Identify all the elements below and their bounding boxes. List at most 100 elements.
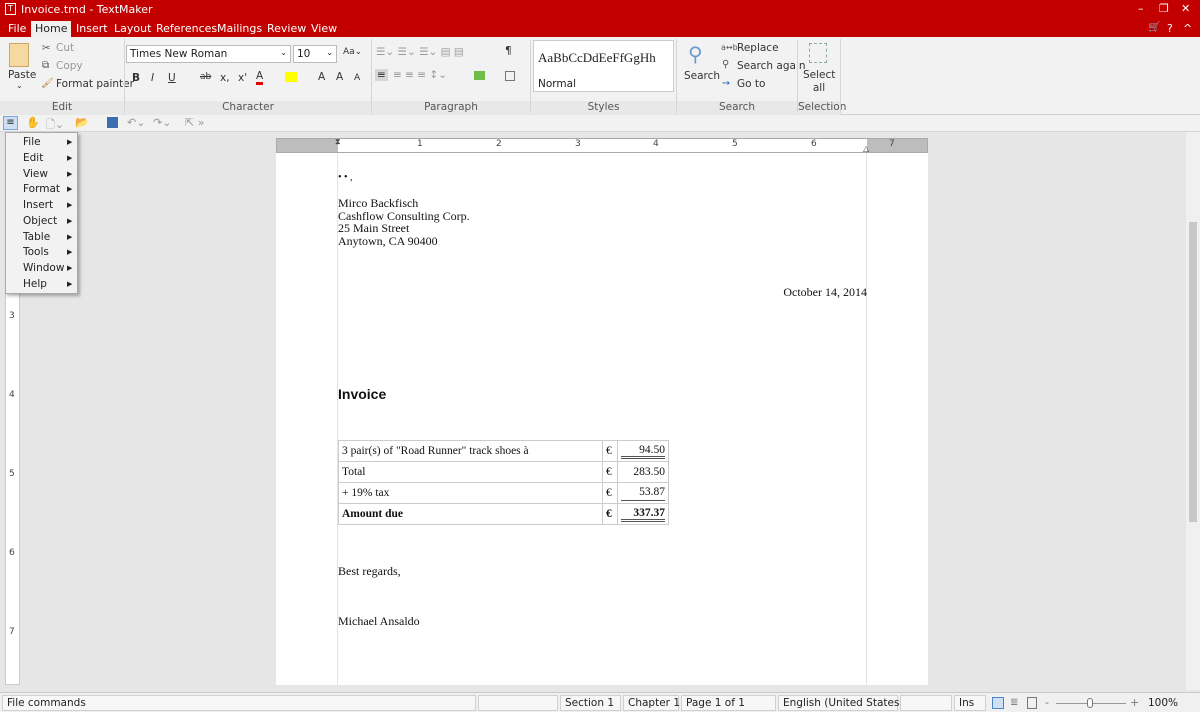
select-all-button[interactable]: Select all: [803, 69, 835, 95]
indent-marker-icon[interactable]: ⧗: [335, 137, 341, 147]
page-view-icon[interactable]: [1027, 697, 1037, 709]
tab-mailings[interactable]: Mailings: [213, 21, 266, 37]
align-buttons[interactable]: ≡ ≡ ≡ ↕⌄: [393, 69, 447, 81]
cut-button[interactable]: Cut: [56, 42, 74, 54]
underline-button[interactable]: U: [168, 72, 176, 84]
tab-references[interactable]: References: [152, 21, 221, 37]
ribbon: Paste ⌄ ✂ Cut ⧉ Copy 🖌 Format painter Ed…: [0, 37, 1200, 115]
align-left-button[interactable]: ≡: [375, 69, 388, 81]
app-icon: T: [5, 3, 16, 15]
menu-item-format[interactable]: Format ▶: [23, 183, 72, 195]
font-size-select[interactable]: 10 ⌄: [293, 45, 337, 63]
menu-item-object[interactable]: Object ▶: [23, 215, 72, 227]
item-description: + 19% tax: [338, 482, 603, 504]
address-line: Anytown, CA 90400: [338, 234, 438, 248]
save-icon[interactable]: [107, 117, 118, 128]
status-page: Page 1 of 1: [681, 695, 776, 711]
menu-item-label: Object: [23, 215, 58, 227]
superscript-button[interactable]: x': [238, 72, 247, 84]
document-page[interactable]: • • , Mirco Backfisch Cashflow Consultin…: [276, 153, 928, 685]
main-menu-button[interactable]: ≡: [3, 116, 18, 130]
replace-icon: a↔b: [721, 43, 738, 52]
menu-item-file[interactable]: File ▶: [23, 136, 72, 148]
format-painter-button[interactable]: Format painter: [56, 78, 134, 90]
open-folder-icon[interactable]: 📂: [75, 116, 89, 129]
italic-button[interactable]: I: [151, 72, 154, 84]
replace-button[interactable]: Replace: [737, 42, 779, 54]
clear-format-icon[interactable]: A: [318, 71, 325, 83]
change-case-icon[interactable]: Aa⌄: [343, 47, 362, 57]
redo-icon[interactable]: ↷⌄: [153, 116, 171, 129]
copy-button[interactable]: Copy: [56, 60, 83, 72]
strikethrough-button[interactable]: ab: [200, 72, 211, 82]
ruler-number: 3: [575, 139, 581, 149]
pilcrow-button[interactable]: ¶: [505, 45, 512, 57]
zoom-slider-thumb[interactable]: [1087, 698, 1093, 708]
normal-view-icon[interactable]: [992, 697, 1004, 709]
style-gallery[interactable]: AaBbCcDdEeFfGgHh Normal: [533, 40, 674, 92]
status-insert-mode[interactable]: Ins: [954, 695, 986, 711]
ruler-number: 6: [9, 548, 15, 558]
status-language[interactable]: English (United States): [778, 695, 904, 711]
window-title: Invoice.tmd - TextMaker: [21, 3, 153, 16]
closing: Best regards,: [338, 564, 401, 578]
subscript-button[interactable]: x,: [220, 72, 230, 84]
scroll-thumb[interactable]: [1189, 222, 1197, 522]
menu-item-view[interactable]: View ▶: [23, 168, 72, 180]
tab-view[interactable]: View: [307, 21, 341, 37]
font-color-button[interactable]: A: [256, 70, 264, 85]
menu-item-table[interactable]: Table ▶: [23, 231, 72, 243]
horizontal-ruler[interactable]: 1 2 3 4 5 6 7 ⧗ △: [276, 137, 928, 153]
tab-review[interactable]: Review: [263, 21, 310, 37]
grow-font-button[interactable]: A: [336, 71, 343, 83]
cart-icon[interactable]: 🛒: [1148, 22, 1160, 33]
paste-button[interactable]: Paste: [8, 69, 36, 81]
menu-item-tools[interactable]: Tools ▶: [23, 246, 72, 258]
tab-layout[interactable]: Layout: [110, 21, 155, 37]
highlight-icon[interactable]: [285, 72, 297, 82]
go-to-button[interactable]: Go to: [737, 78, 765, 90]
select-all-icon: [809, 43, 827, 63]
menu-item-label: Help: [23, 278, 47, 290]
menu-item-insert[interactable]: Insert ▶: [23, 199, 72, 211]
vertical-scrollbar[interactable]: [1186, 132, 1200, 690]
status-section: Section 1: [560, 695, 621, 711]
menu-item-label: Table: [23, 231, 51, 243]
chevron-down-icon[interactable]: ⌄: [16, 81, 23, 90]
pointer-icon[interactable]: ⇱ »: [185, 116, 204, 129]
help-icon[interactable]: ?: [1167, 22, 1173, 35]
shrink-font-button[interactable]: A: [354, 73, 360, 83]
undo-icon[interactable]: ↶⌄: [127, 116, 145, 129]
search-button[interactable]: Search: [684, 70, 720, 82]
submenu-arrow-icon: ▶: [67, 154, 73, 162]
collapse-ribbon-icon[interactable]: ^: [1183, 22, 1192, 35]
ruler-number: 2: [496, 139, 502, 149]
hand-icon[interactable]: ✋: [26, 116, 40, 129]
zoom-level[interactable]: 100%: [1148, 697, 1178, 709]
menu-item-label: Window: [23, 262, 65, 274]
tab-file[interactable]: File: [4, 21, 30, 37]
menu-item-edit[interactable]: Edit ▶: [23, 152, 72, 164]
list-buttons[interactable]: ☰⌄ ☰⌄ ☰⌄ ▤ ▤: [376, 46, 464, 58]
right-indent-marker-icon[interactable]: △: [863, 144, 869, 153]
menu-item-help[interactable]: Help ▶: [23, 278, 72, 290]
tab-home[interactable]: Home: [31, 21, 72, 37]
outline-view-icon[interactable]: ≣: [1010, 697, 1018, 708]
bold-button[interactable]: B: [132, 72, 140, 84]
border-icon[interactable]: [505, 71, 515, 81]
menu-item-window[interactable]: Window ▶: [23, 262, 72, 274]
font-name-select[interactable]: Times New Roman ⌄: [126, 45, 291, 63]
tab-insert[interactable]: Insert: [72, 21, 112, 37]
zoom-out-button[interactable]: -: [1045, 696, 1049, 709]
search-again-button[interactable]: Search again: [737, 60, 806, 72]
group-label-styles: Styles: [531, 101, 676, 115]
minimize-button[interactable]: –: [1138, 2, 1144, 15]
close-button[interactable]: ✕: [1181, 2, 1190, 15]
restore-button[interactable]: ❐: [1159, 2, 1169, 15]
shading-icon[interactable]: [474, 71, 485, 80]
chevron-down-icon: ⌄: [326, 48, 333, 57]
amount: 53.87: [621, 486, 665, 501]
submenu-arrow-icon: ▶: [67, 233, 73, 241]
style-preview: AaBbCcDdEeFfGgHh: [538, 50, 656, 65]
zoom-in-button[interactable]: +: [1130, 696, 1139, 709]
